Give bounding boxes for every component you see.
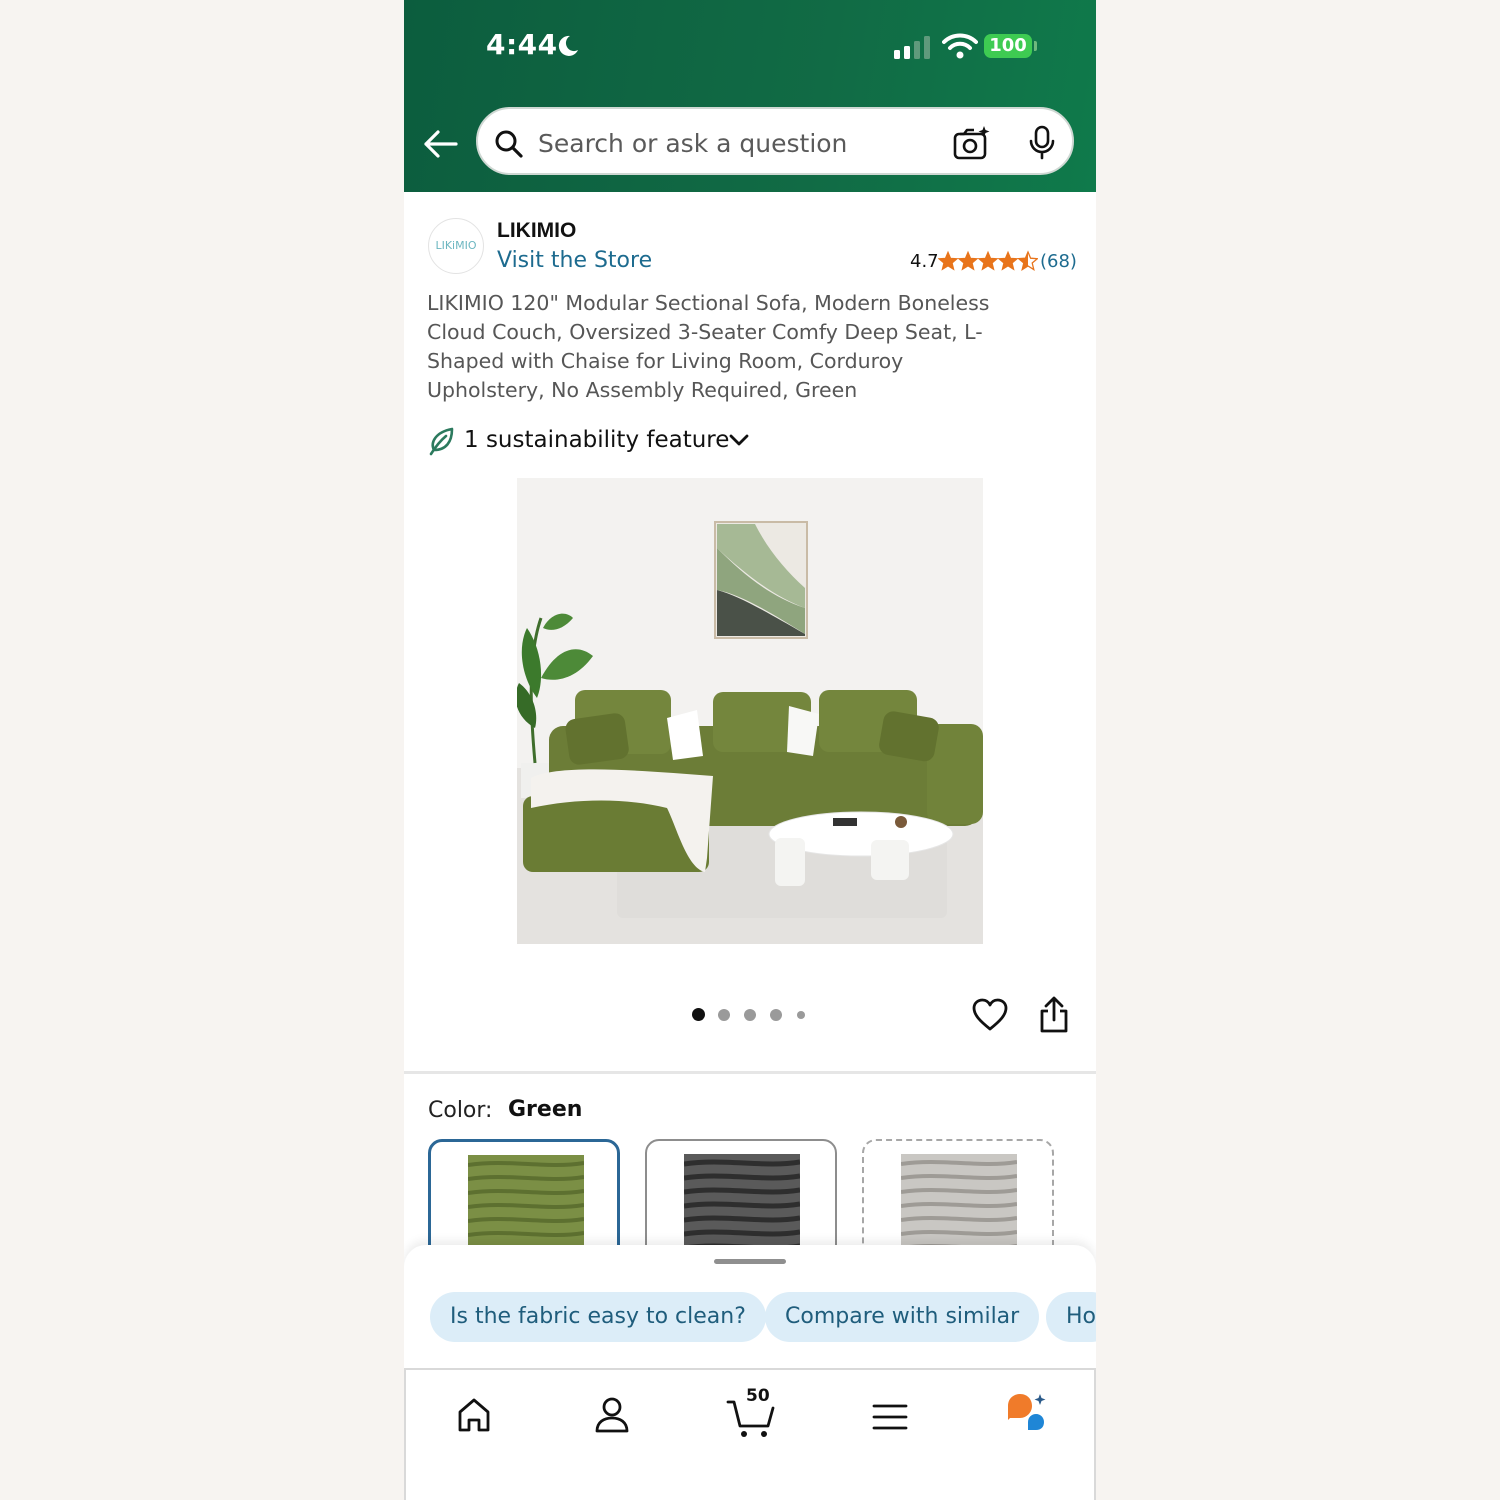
bottom-nav: 50 — [404, 1368, 1096, 1500]
suggestion-chip[interactable]: Ho — [1046, 1292, 1096, 1342]
search-input[interactable] — [536, 123, 880, 163]
microphone-icon[interactable] — [1028, 125, 1056, 161]
product-image[interactable] — [517, 478, 983, 944]
carousel-dot[interactable] — [770, 1009, 782, 1021]
visit-store-link[interactable]: Visit the Store — [497, 248, 652, 273]
suggestions-sheet: Is the fabric easy to clean? Compare wit… — [404, 1245, 1096, 1370]
carousel-dot[interactable] — [797, 1011, 805, 1019]
carousel-dot-active[interactable] — [692, 1008, 705, 1021]
carousel-dot[interactable] — [744, 1009, 756, 1021]
product-title: LIKIMIO 120" Modular Sectional Sofa, Mod… — [427, 291, 990, 402]
search-icon — [495, 130, 523, 158]
rufus-assistant-icon[interactable] — [1000, 1390, 1056, 1440]
cart-count: 50 — [746, 1386, 770, 1406]
brand-logo[interactable]: LIKiMIO — [428, 218, 484, 274]
star-rating[interactable] — [938, 250, 1038, 272]
rating-value: 4.7 — [910, 251, 939, 272]
rating-count[interactable]: (68) — [1040, 251, 1077, 272]
carousel-dot[interactable] — [718, 1009, 730, 1021]
half-star-icon — [1018, 251, 1038, 271]
suggestion-chip[interactable]: Is the fabric easy to clean? — [430, 1292, 766, 1342]
sheet-drag-handle[interactable] — [714, 1259, 786, 1264]
leaf-icon — [429, 427, 454, 456]
share-icon[interactable] — [1038, 996, 1070, 1034]
star-icon — [978, 251, 998, 271]
menu-icon[interactable] — [862, 1390, 918, 1440]
star-icon — [958, 251, 978, 271]
heart-icon[interactable] — [972, 998, 1008, 1032]
status-time: 4:44 — [486, 28, 558, 61]
section-divider — [404, 1071, 1096, 1074]
star-icon — [998, 251, 1018, 271]
sustainability-label: 1 sustainability feature — [464, 427, 730, 453]
home-icon[interactable] — [446, 1390, 502, 1440]
moon-icon — [558, 35, 578, 56]
header: 4:44 100 — [404, 0, 1096, 192]
brand-name: LIKIMIO — [497, 219, 577, 242]
color-selected-value: Green — [508, 1097, 583, 1122]
back-arrow-icon[interactable] — [420, 124, 460, 164]
battery-nub — [1034, 41, 1037, 51]
chevron-down-icon — [729, 434, 749, 446]
suggestion-chip[interactable]: Compare with similar — [765, 1292, 1040, 1342]
color-label: Color: — [428, 1098, 493, 1123]
battery-indicator: 100 — [984, 34, 1032, 58]
app-screen: 4:44 100 Search or ask a question LIKiMI… — [404, 0, 1096, 1500]
account-icon[interactable] — [584, 1390, 640, 1440]
camera-search-icon[interactable] — [952, 125, 992, 161]
wifi-icon — [942, 33, 978, 59]
star-icon — [938, 251, 958, 271]
search-bar[interactable] — [476, 107, 1074, 175]
cellular-signal-icon — [894, 36, 930, 59]
